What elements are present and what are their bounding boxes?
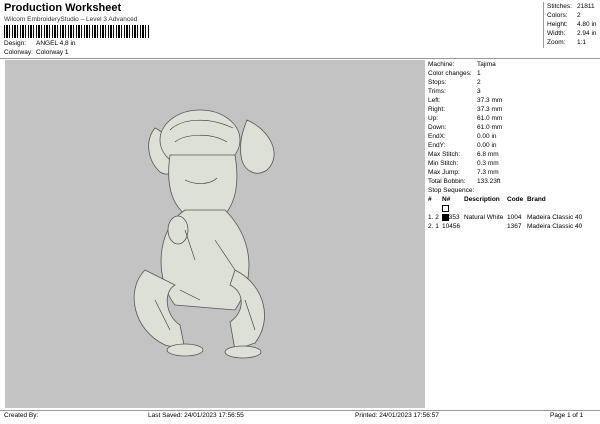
table-row: 1. 2 11353 Natural White 1004 Madeira Classi… <box>428 204 596 221</box>
info-value: 37.3 mm <box>477 97 503 104</box>
barcode <box>4 25 149 38</box>
created-by: Created By: <box>4 412 39 419</box>
info-value: 1 <box>477 70 481 77</box>
thread-code: 1367 <box>507 223 522 230</box>
info-value: 6.8 mm <box>477 151 499 158</box>
col-header: Code <box>507 196 524 203</box>
info-row: Color changes: 1 <box>428 69 596 78</box>
stats-row: Width: 2.94 in <box>544 29 600 38</box>
stats-row: Zoom: 1:1 <box>544 38 600 47</box>
info-value: 133.23ft <box>477 178 501 185</box>
stat-value: 4.80 in <box>577 21 597 28</box>
info-label: Total Bobbin: <box>428 178 466 185</box>
info-value: 0.00 in <box>477 133 497 140</box>
stat-value: 1:1 <box>577 39 587 46</box>
info-label: Machine: <box>428 61 455 68</box>
info-value: 7.3 mm <box>477 169 499 176</box>
info-label: Stops: <box>428 79 447 86</box>
sequence-title: Stop Sequence: <box>428 187 475 194</box>
info-value: 61.0 mm <box>477 124 503 131</box>
info-value: 37.3 mm <box>477 106 503 113</box>
info-value: 3 <box>477 88 481 95</box>
info-row: Stops: 2 <box>428 78 596 87</box>
col-header: Brand <box>527 196 546 203</box>
row-num: 2. 1 <box>428 223 439 230</box>
sequence-header: # N# Description Code Brand <box>428 195 596 204</box>
info-label: EndY: <box>428 142 446 149</box>
colorway-row: Colorway: Colorway 1 <box>4 49 69 56</box>
stat-label: Zoom: <box>547 39 566 46</box>
machine-info-panel: Machine: Tajima Color changes: 1 Stops: 2 T… <box>428 60 596 230</box>
info-row: Trims: 3 <box>428 87 596 96</box>
colorway-value: Colorway 1 <box>36 49 69 56</box>
angel-embroidery-image <box>133 109 275 359</box>
colorway-label: Colorway: <box>4 49 33 56</box>
info-row: Left: 37.3 mm <box>428 96 596 105</box>
info-value: Tajima <box>477 61 496 68</box>
header-divider <box>0 58 600 59</box>
stats-box: Stitches: 21811 Colors: 2 Height: 4.80 in W… <box>543 2 600 48</box>
stat-label: Stitches: <box>547 3 572 10</box>
info-label: Down: <box>428 124 447 131</box>
info-row: Max Jump: 7.3 mm <box>428 168 596 177</box>
info-value: 61.0 mm <box>477 115 503 122</box>
thread-n: 10456 <box>442 213 464 231</box>
info-label: Left: <box>428 97 441 104</box>
info-label: Color changes: <box>428 70 472 77</box>
info-label: Up: <box>428 115 439 122</box>
stat-label: Height: <box>547 21 568 28</box>
color-swatch <box>442 213 449 221</box>
col-header: # <box>428 196 432 203</box>
info-row: Total Bobbin: 133.23ft <box>428 177 596 186</box>
col-header: N# <box>442 196 451 203</box>
color-swatch <box>442 204 449 212</box>
info-value: 0.3 mm <box>477 160 499 167</box>
software-subtitle: Wilcom EmbroideryStudio – Level 3 Advanc… <box>4 16 138 23</box>
design-label: Design: <box>4 40 27 47</box>
design-value: ANGEL 4,8 in <box>36 40 76 47</box>
info-label: Max Stitch: <box>428 151 461 158</box>
design-preview <box>5 60 425 408</box>
info-label: Trims: <box>428 88 446 95</box>
stat-value: 21811 <box>577 3 595 10</box>
info-label: Right: <box>428 106 445 113</box>
last-saved: Last Saved: 24/01/2023 17:56:55 <box>148 412 244 419</box>
info-value: 0.00 in <box>477 142 497 149</box>
info-row: Min Stitch: 0.3 mm <box>428 159 596 168</box>
thread-brand: Madeira Classic 40 <box>527 223 583 230</box>
stat-label: Colors: <box>547 12 568 19</box>
info-row: EndY: 0.00 in <box>428 141 596 150</box>
info-label: Max Jump: <box>428 169 460 176</box>
design-row: Design: ANGEL 4,8 in <box>4 40 76 47</box>
stat-value: 2 <box>577 12 581 19</box>
info-value: 2 <box>477 79 481 86</box>
stat-value: 2.94 in <box>577 30 597 37</box>
info-row: Up: 61.0 mm <box>428 114 596 123</box>
info-row: Max Stitch: 6.8 mm <box>428 150 596 159</box>
info-label: EndX: <box>428 133 446 140</box>
stats-row: Stitches: 21811 <box>544 2 600 11</box>
footer-divider <box>0 410 600 411</box>
info-row: Right: 37.3 mm <box>428 105 596 114</box>
col-header: Description <box>464 196 500 203</box>
info-row: Down: 61.0 mm <box>428 123 596 132</box>
info-row: Machine: Tajima <box>428 60 596 69</box>
page-title: Production Worksheet <box>4 2 122 14</box>
printed-date: Printed: 24/01/2023 17:56:57 <box>355 412 439 419</box>
table-row: 2. 1 10456 1367 Madeira Classic 40 <box>428 213 596 230</box>
info-row: EndX: 0.00 in <box>428 132 596 141</box>
stat-label: Width: <box>547 30 566 37</box>
stats-row: Colors: 2 <box>544 11 600 20</box>
page-number: Page 1 of 1 <box>550 412 584 419</box>
stats-row: Height: 4.80 in <box>544 20 600 29</box>
info-label: Min Stitch: <box>428 160 459 167</box>
